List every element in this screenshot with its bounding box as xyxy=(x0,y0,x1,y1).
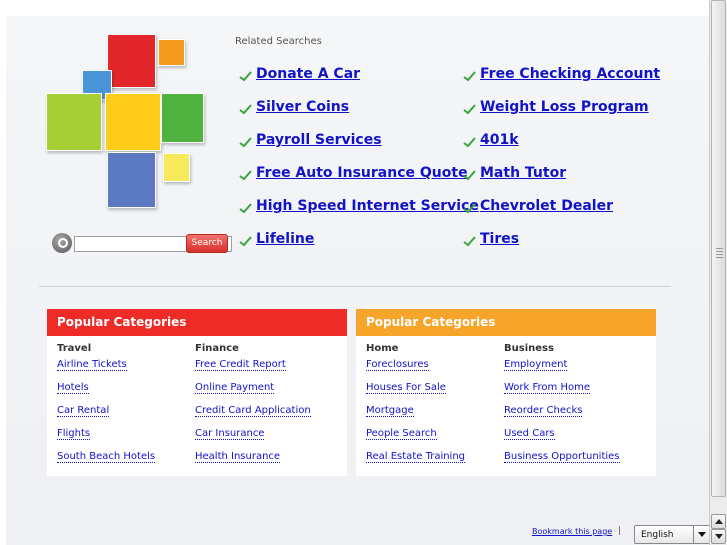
logo-lightgreen-square xyxy=(46,93,102,151)
logo-paleyellow-square xyxy=(163,153,190,182)
related-link[interactable]: Weight Loss Program xyxy=(480,99,649,115)
related-link[interactable]: Math Tutor xyxy=(480,165,566,181)
category-link[interactable]: South Beach Hotels xyxy=(57,451,187,474)
category-link[interactable]: Hotels xyxy=(57,382,187,405)
related-link[interactable]: Free Auto Insurance Quote xyxy=(256,165,468,181)
page: Search Related Searches Donate A Car Sil… xyxy=(6,0,711,545)
logo-yellow-square xyxy=(105,93,161,151)
check-icon xyxy=(239,104,252,115)
category-link[interactable]: Foreclosures xyxy=(366,359,496,382)
vertical-scrollbar[interactable] xyxy=(709,0,727,545)
category-link[interactable]: Car Insurance xyxy=(195,428,325,451)
related-link[interactable]: Donate A Car xyxy=(256,66,360,82)
check-icon xyxy=(463,71,476,82)
category-link[interactable]: Credit Card Application xyxy=(195,405,325,428)
logo-red-square xyxy=(107,34,156,88)
logo-blue-square xyxy=(107,152,156,208)
category-heading: Travel xyxy=(57,343,92,354)
category-link[interactable]: Online Payment xyxy=(195,382,325,405)
scroll-up-button[interactable] xyxy=(711,514,726,529)
category-link[interactable]: Health Insurance xyxy=(195,451,325,474)
categories-header: Popular Categories xyxy=(47,309,347,336)
categories-header: Popular Categories xyxy=(356,309,656,336)
category-link[interactable]: Mortgage xyxy=(366,405,496,428)
category-column-business: Business Employment Work From Home Reord… xyxy=(504,343,634,474)
check-icon xyxy=(463,137,476,148)
check-icon xyxy=(239,71,252,82)
category-link[interactable]: Reorder Checks xyxy=(504,405,634,428)
related-link[interactable]: 401k xyxy=(480,132,519,148)
category-link[interactable]: Business Opportunities xyxy=(504,451,634,474)
check-icon xyxy=(463,170,476,181)
scrollbar-thumb[interactable] xyxy=(711,0,726,497)
related-link[interactable]: Silver Coins xyxy=(256,99,349,115)
check-icon xyxy=(239,137,252,148)
logo-green-square xyxy=(161,93,204,143)
category-link[interactable]: Airline Tickets xyxy=(57,359,187,382)
logo-orange-square xyxy=(158,39,185,66)
category-link[interactable]: Used Cars xyxy=(504,428,634,451)
language-select[interactable]: English xyxy=(634,525,711,544)
check-icon xyxy=(463,104,476,115)
category-link[interactable]: Real Estate Training xyxy=(366,451,496,474)
category-heading: Finance xyxy=(195,343,239,354)
chevron-down-icon[interactable] xyxy=(693,526,710,543)
category-link[interactable]: Houses For Sale xyxy=(366,382,496,405)
category-link[interactable]: Flights xyxy=(57,428,187,451)
related-link[interactable]: Tires xyxy=(480,231,519,247)
category-heading: Business xyxy=(504,343,554,354)
check-icon xyxy=(463,236,476,247)
footer-separator: | xyxy=(618,526,622,536)
category-link[interactable]: Free Credit Report xyxy=(195,359,325,382)
scrollbar-grip-icon xyxy=(716,248,723,258)
check-icon xyxy=(239,203,252,214)
top-bar xyxy=(6,0,709,16)
related-searches-title: Related Searches xyxy=(235,36,322,47)
related-link[interactable]: Free Checking Account xyxy=(480,66,660,82)
check-icon xyxy=(463,203,476,214)
search-icon xyxy=(52,233,72,253)
category-column-travel: Travel Airline Tickets Hotels Car Rental… xyxy=(57,343,187,474)
category-link[interactable]: Work From Home xyxy=(504,382,634,405)
category-link[interactable]: Employment xyxy=(504,359,634,382)
search-button[interactable]: Search xyxy=(186,234,228,253)
check-icon xyxy=(239,236,252,247)
category-column-finance: Finance Free Credit Report Online Paymen… xyxy=(195,343,325,474)
category-link[interactable]: People Search xyxy=(366,428,496,451)
bookmark-link[interactable]: Bookmark this page xyxy=(532,527,612,536)
language-select-value: English xyxy=(641,530,674,540)
scroll-down-button[interactable] xyxy=(711,529,726,544)
related-link[interactable]: High Speed Internet Service xyxy=(256,198,479,214)
category-heading: Home xyxy=(366,343,399,354)
category-link[interactable]: Car Rental xyxy=(57,405,187,428)
categories-panel-red: Popular Categories Travel Airline Ticket… xyxy=(47,309,347,476)
categories-panel-orange: Popular Categories Home Foreclosures Hou… xyxy=(356,309,656,476)
related-link[interactable]: Lifeline xyxy=(256,231,314,247)
section-divider xyxy=(39,286,671,287)
check-icon xyxy=(239,170,252,181)
related-link[interactable]: Payroll Services xyxy=(256,132,382,148)
related-link[interactable]: Chevrolet Dealer xyxy=(480,198,613,214)
category-column-home: Home Foreclosures Houses For Sale Mortga… xyxy=(366,343,496,474)
